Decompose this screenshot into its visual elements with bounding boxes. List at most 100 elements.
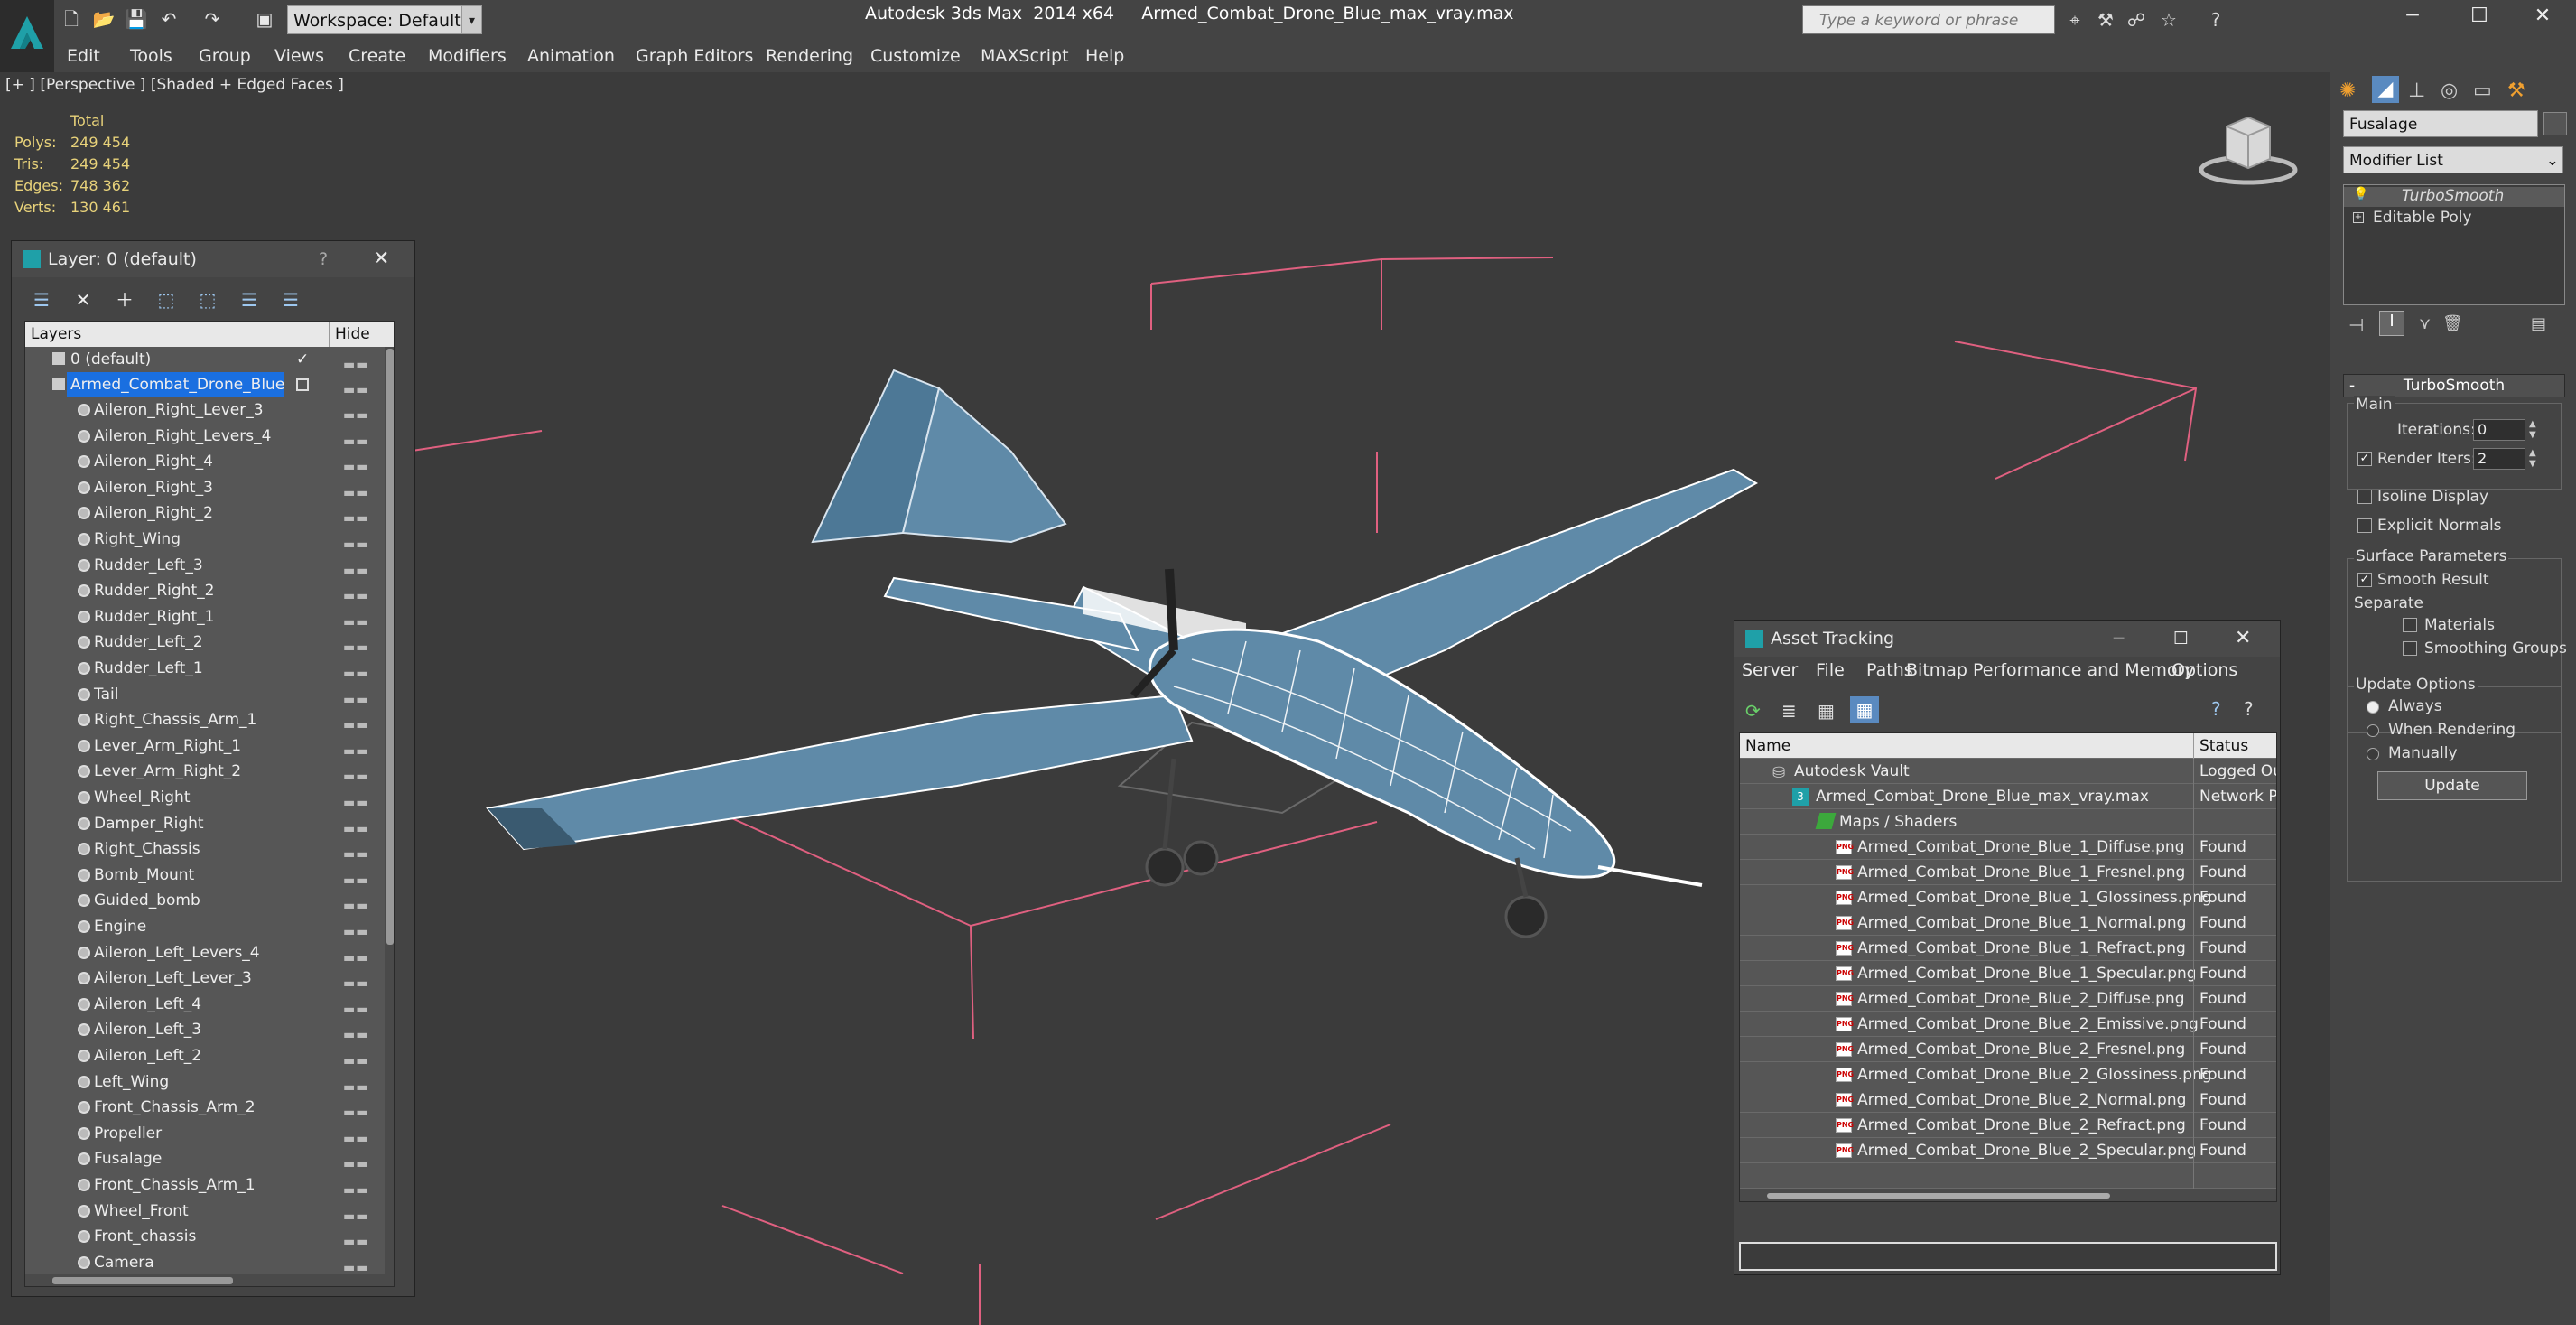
layer-object-row[interactable]: Engine ▬▬ (25, 914, 385, 939)
undo-icon[interactable]: ↶ (157, 7, 181, 31)
menu-edit[interactable]: Edit (67, 42, 100, 70)
asset-map-row[interactable]: PNG Armed_Combat_Drone_Blue_1_Fresnel.png… (1740, 860, 2276, 885)
smoothing-groups-checkbox[interactable] (2403, 641, 2417, 656)
minimize-button[interactable]: ─ (2380, 0, 2445, 33)
table-view-icon[interactable]: ▦ (1850, 696, 1879, 723)
column-status[interactable]: Status (2193, 733, 2276, 759)
stack-item-turbosmooth[interactable]: 💡 TurboSmooth (2344, 187, 2564, 207)
menu-modifiers[interactable]: Modifiers (428, 42, 507, 70)
object-name-field[interactable]: Fusalage (2343, 110, 2538, 137)
asset-map-row[interactable]: PNG Armed_Combat_Drone_Blue_1_Normal.png F… (1740, 910, 2276, 936)
asset-map-row[interactable]: PNG Armed_Combat_Drone_Blue_1_Glossiness.… (1740, 885, 2276, 910)
asset-row-group[interactable]: Maps / Shaders (1740, 809, 2276, 835)
asset-map-row[interactable]: PNG Armed_Combat_Drone_Blue_2_Specular.pn… (1740, 1138, 2276, 1163)
layer-object-row[interactable]: Aileron_Right_3 ▬▬ (25, 475, 385, 500)
show-end-result-icon[interactable]: I (2379, 311, 2404, 336)
asset-minimize-button[interactable]: ─ (2114, 621, 2124, 657)
layer-object-row[interactable]: Rudder_Left_2 ▬▬ (25, 630, 385, 655)
update-button[interactable]: Update (2377, 771, 2527, 800)
layer-list[interactable]: Layers Hide 0 (default) ✓ ▬▬ Armed_Comba… (24, 321, 395, 1287)
layer-object-row[interactable]: Aileron_Left_3 ▬▬ (25, 1017, 385, 1042)
app-logo-button[interactable] (0, 0, 54, 72)
asset-map-row[interactable]: PNG Armed_Combat_Drone_Blue_1_Diffuse.png… (1740, 835, 2276, 860)
workspace-dropdown[interactable]: Workspace: Default ▾ (287, 5, 482, 34)
render-iters-spinner[interactable]: 2 (2473, 448, 2525, 470)
layer-object-row[interactable]: Front_Chassis_Arm_1 ▬▬ (25, 1172, 385, 1198)
spinner-arrows-icon[interactable]: ▲ ▼ (2529, 419, 2536, 441)
remove-modifier-icon[interactable]: 🗑 (2442, 314, 2463, 333)
asset-menu-file[interactable]: File (1816, 660, 1845, 680)
smooth-result-checkbox[interactable]: ✓ (2357, 573, 2372, 587)
layer-object-row[interactable]: Tail ▬▬ (25, 682, 385, 707)
layer-panel-help-button[interactable]: ? (319, 241, 328, 277)
asset-map-row[interactable]: PNG Armed_Combat_Drone_Blue_2_Emissive.pn… (1740, 1012, 2276, 1037)
layer-object-row[interactable]: Right_Wing ▬▬ (25, 527, 385, 552)
asset-menu-bitmap[interactable]: Bitmap Performance and Memory (1906, 660, 2195, 680)
layer-object-row[interactable]: Wheel_Front ▬▬ (25, 1199, 385, 1224)
configure-sets-icon[interactable]: ▤ (2531, 314, 2546, 333)
close-button[interactable]: ✕ (2510, 0, 2575, 33)
thumbnail-view-icon[interactable]: ▦ (1818, 700, 1835, 722)
layer-object-row[interactable]: Aileron_Right_4 ▬▬ (25, 449, 385, 474)
hide-unhide-icon[interactable]: ☰ (237, 288, 261, 312)
layer-list-hscrollbar[interactable] (25, 1274, 385, 1286)
freeze-unfreeze-icon[interactable]: ☰ (279, 288, 302, 312)
layer-object-row[interactable]: Aileron_Right_2 ▬▬ (25, 500, 385, 526)
layer-object-row[interactable]: Front_chassis ▬▬ (25, 1224, 385, 1249)
asset-options-icon[interactable]: ? (2244, 698, 2254, 720)
menu-maxscript[interactable]: MAXScript (981, 42, 1069, 70)
layer-object-row[interactable]: Aileron_Left_Levers_4 ▬▬ (25, 940, 385, 966)
maximize-button[interactable]: ☐ (2447, 0, 2512, 33)
column-layers[interactable]: Layers (31, 322, 81, 347)
layer-object-row[interactable]: Right_Chassis ▬▬ (25, 836, 385, 862)
layer-object-row[interactable]: Left_Wing ▬▬ (25, 1069, 385, 1095)
layer-object-row[interactable]: Right_Chassis_Arm_1 ▬▬ (25, 707, 385, 732)
asset-path-field[interactable] (1739, 1242, 2277, 1271)
asset-menu-options[interactable]: Options (2171, 660, 2237, 680)
layer-list-scrollbar[interactable] (385, 347, 394, 1286)
asset-map-row[interactable]: PNG Armed_Combat_Drone_Blue_2_Normal.png F… (1740, 1087, 2276, 1113)
favorites-star-icon[interactable]: ☆ (2156, 7, 2181, 33)
layer-checkbox[interactable] (296, 378, 309, 391)
refresh-icon[interactable]: ⟳ (1745, 700, 1761, 722)
hierarchy-tab-icon[interactable]: ⊥ (2408, 79, 2425, 102)
communication-icon[interactable]: ☍ (2124, 7, 2149, 33)
modifier-stack[interactable]: 💡 TurboSmooth + Editable Poly (2343, 184, 2565, 305)
pin-stack-icon[interactable]: ⊣ (2348, 314, 2364, 336)
layer-object-row[interactable]: Rudder_Right_1 ▬▬ (25, 604, 385, 630)
subscription-icon[interactable]: ⚒ (2093, 7, 2118, 33)
iterations-spinner[interactable]: 0 (2473, 419, 2525, 441)
turbosmooth-rollout-header[interactable]: - TurboSmooth (2343, 374, 2565, 397)
isoline-display-checkbox[interactable] (2357, 490, 2372, 504)
help-icon[interactable]: ? (2203, 7, 2228, 33)
asset-table[interactable]: Name Status ⛁ Autodesk Vault Logged Ou 3… (1739, 732, 2277, 1202)
new-file-icon[interactable]: 🗋 (60, 7, 83, 31)
asset-help-icon[interactable]: ? (2211, 698, 2221, 720)
lightbulb-icon[interactable]: 💡 (2353, 187, 2368, 201)
make-unique-icon[interactable]: ⋎ (2419, 314, 2431, 333)
create-layer-icon[interactable]: ☰ (30, 288, 53, 312)
layer-object-row[interactable]: Damper_Right ▬▬ (25, 811, 385, 836)
layer-object-row[interactable]: Rudder_Left_3 ▬▬ (25, 553, 385, 578)
asset-menu-server[interactable]: Server (1742, 660, 1798, 680)
search-input[interactable]: Type a keyword or phrase (1802, 5, 2055, 34)
layer-object-row[interactable]: Aileron_Left_Lever_3 ▬▬ (25, 966, 385, 991)
layer-object-row[interactable]: Propeller ▬▬ (25, 1121, 385, 1146)
modifier-list-dropdown[interactable]: Modifier List ⌄ (2343, 146, 2563, 173)
layer-panel-close-icon[interactable]: ✕ (373, 241, 389, 277)
layer-object-row[interactable]: Aileron_Right_Lever_3 ▬▬ (25, 397, 385, 423)
layer-object-row[interactable]: Rudder_Left_1 ▬▬ (25, 656, 385, 681)
project-folder-icon[interactable]: ▣ (253, 7, 276, 31)
layer-object-row[interactable]: Aileron_Right_Levers_4 ▬▬ (25, 424, 385, 449)
menu-tools[interactable]: Tools (130, 42, 172, 70)
asset-maximize-button[interactable]: ☐ (2173, 621, 2189, 657)
menu-animation[interactable]: Animation (527, 42, 615, 70)
utilities-tab-icon[interactable]: ⚒ (2507, 79, 2525, 102)
column-hide[interactable]: Hide (329, 322, 370, 347)
layer-object-row[interactable]: Lever_Arm_Right_1 ▬▬ (25, 733, 385, 759)
layer-panel-titlebar[interactable]: Layer: 0 (default) ? ✕ (12, 241, 414, 277)
layer-object-row[interactable]: Camera ▬▬ (25, 1250, 385, 1275)
manually-radio[interactable] (2367, 748, 2379, 760)
highlight-selected-icon[interactable]: ⬚ (196, 288, 219, 312)
menu-views[interactable]: Views (274, 42, 324, 70)
